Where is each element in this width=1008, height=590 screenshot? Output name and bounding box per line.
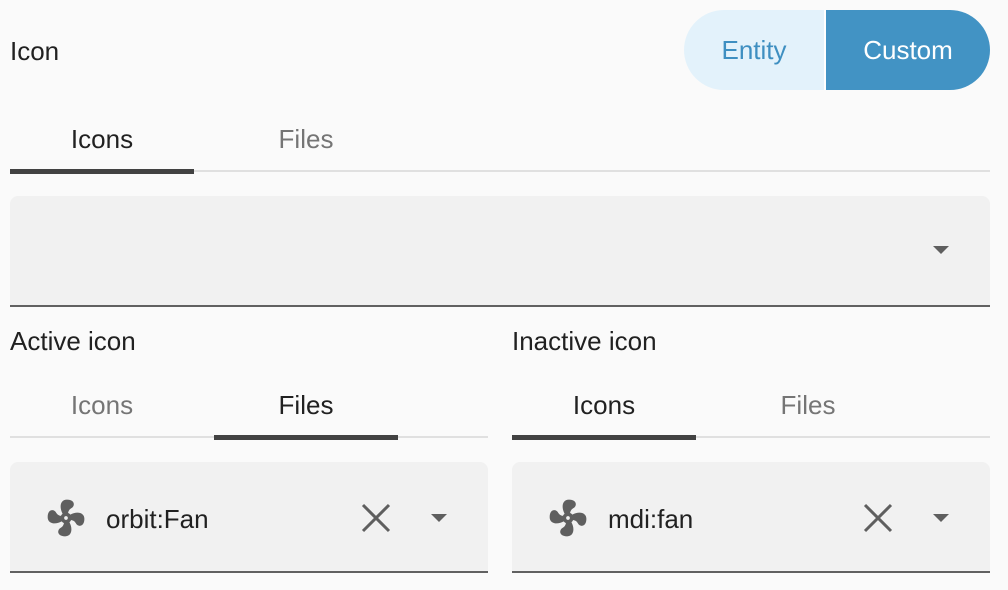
inactive-icon-value: mdi:fan (608, 504, 694, 534)
icon-select[interactable] (10, 196, 990, 307)
close-icon[interactable] (861, 501, 895, 535)
inactive-icon-title: Inactive icon (512, 326, 657, 356)
active-icon-title: Active icon (10, 326, 136, 356)
inactive-icon-select[interactable]: mdi:fan (512, 462, 990, 573)
fan-icon (47, 499, 85, 537)
tab-files[interactable]: Files (214, 372, 398, 440)
chevron-down-icon[interactable] (933, 514, 949, 522)
icon-section-title: Icon (10, 36, 60, 66)
icon-tabbar: Icons Files (10, 106, 990, 174)
active-icon-select[interactable]: orbit:Fan (10, 462, 488, 573)
active-icon-value: orbit:Fan (106, 504, 209, 534)
chevron-down-icon[interactable] (431, 514, 447, 522)
tab-icons[interactable]: Icons (512, 372, 696, 440)
chevron-down-icon[interactable] (933, 246, 949, 254)
icon-config-panel: Icon Entity Custom Icons Files Active ic… (0, 0, 1008, 590)
icon-source-toggle: Entity Custom (684, 10, 990, 90)
tab-icons[interactable]: Icons (10, 106, 194, 174)
tab-files[interactable]: Files (214, 106, 398, 172)
inactive-icon-tabbar: Icons Files (512, 372, 990, 440)
active-icon-tabbar: Icons Files (10, 372, 488, 440)
tab-files[interactable]: Files (716, 372, 900, 438)
custom-toggle-button[interactable]: Custom (826, 10, 990, 90)
close-icon[interactable] (359, 501, 393, 535)
entity-toggle-button[interactable]: Entity (684, 10, 824, 90)
tab-icons[interactable]: Icons (10, 372, 194, 438)
fan-icon (549, 499, 587, 537)
